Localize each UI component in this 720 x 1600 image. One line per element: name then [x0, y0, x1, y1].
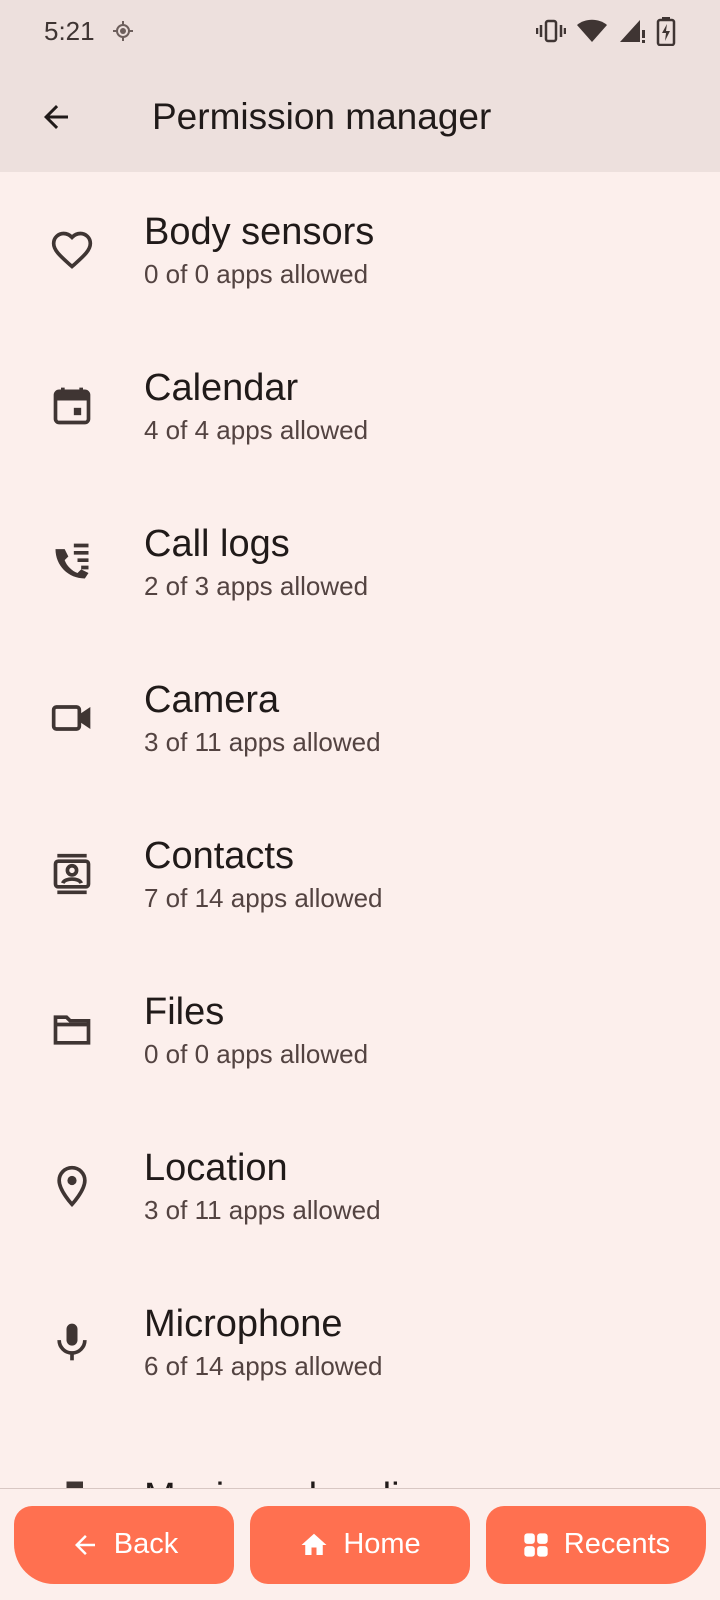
wifi-icon — [576, 18, 608, 44]
navigate-back-button[interactable] — [26, 87, 86, 147]
permission-label: Body sensors — [144, 211, 375, 253]
permission-item-location[interactable]: Location 3 of 11 apps allowed — [0, 1108, 720, 1264]
permission-item-camera[interactable]: Camera 3 of 11 apps allowed — [0, 640, 720, 796]
permission-summary: 0 of 0 apps allowed — [144, 259, 369, 289]
recents-icon — [524, 1532, 548, 1557]
system-navigation-bar: Back Home Recents — [0, 1488, 720, 1600]
permission-item-files[interactable]: Files 0 of 0 apps allowed — [0, 952, 720, 1108]
calendar-icon — [0, 384, 144, 428]
permission-summary: 7 of 14 apps allowed — [144, 883, 383, 913]
status-bar: 5:21 — [0, 0, 720, 62]
permission-item-contacts[interactable]: Contacts 7 of 14 apps allowed — [0, 796, 720, 952]
location-pin-icon — [0, 1164, 144, 1208]
permission-item-microphone[interactable]: Microphone 6 of 14 apps allowed — [0, 1264, 720, 1420]
signal-icon — [618, 18, 646, 44]
permission-label: Call logs — [144, 523, 290, 565]
status-right — [536, 16, 676, 46]
permission-summary: 6 of 14 apps allowed — [144, 1351, 383, 1381]
permission-summary: 3 of 11 apps allowed — [144, 1195, 381, 1225]
permission-label: Files — [144, 991, 225, 1033]
permission-summary: 2 of 3 apps allowed — [144, 571, 369, 601]
permission-summary: 0 of 0 apps allowed — [144, 1039, 369, 1069]
contacts-icon — [0, 852, 144, 896]
permission-item-music-and-audio[interactable]: Music and audio — [0, 1420, 720, 1488]
folder-icon — [0, 1008, 144, 1052]
permission-item-body-sensors[interactable]: Body sensors 0 of 0 apps allowed — [0, 172, 720, 328]
permission-label: Location — [144, 1147, 288, 1189]
page-title: Permission manager — [152, 96, 492, 137]
permission-label: Microphone — [144, 1303, 343, 1345]
back-button[interactable]: Back — [14, 1505, 234, 1584]
home-button[interactable]: Home — [250, 1505, 470, 1584]
recents-button[interactable]: Recents — [486, 1505, 706, 1584]
heart-icon — [0, 228, 144, 272]
music-icon — [0, 1476, 144, 1488]
status-left: 5:21 — [44, 16, 135, 47]
permission-label: Contacts — [144, 835, 294, 877]
location-icon — [111, 19, 135, 43]
home-icon — [301, 1533, 327, 1555]
permission-label: Calendar — [144, 367, 299, 409]
recents-button-label: Recents — [563, 1528, 671, 1560]
status-time: 5:21 — [44, 15, 95, 46]
camera-icon — [0, 696, 144, 740]
permission-label: Music and audio — [144, 1474, 421, 1488]
permission-summary: 4 of 4 apps allowed — [144, 415, 369, 445]
arrow-back-icon — [44, 105, 68, 129]
app-bar: Permission manager — [0, 62, 720, 172]
permission-item-call-logs[interactable]: Call logs 2 of 3 apps allowed — [0, 484, 720, 640]
permission-summary: 3 of 11 apps allowed — [144, 727, 381, 757]
microphone-icon — [0, 1320, 144, 1364]
permission-list[interactable]: Body sensors 0 of 0 apps allowed Calenda… — [0, 172, 720, 1488]
back-button-label: Back — [113, 1528, 179, 1560]
call-log-icon — [0, 540, 144, 584]
vibrate-icon — [536, 18, 566, 44]
battery-charging-icon — [656, 16, 676, 46]
permission-item-calendar[interactable]: Calendar 4 of 4 apps allowed — [0, 328, 720, 484]
arrow-back-icon — [74, 1534, 95, 1555]
home-button-label: Home — [343, 1528, 421, 1560]
permission-label: Camera — [144, 679, 280, 721]
